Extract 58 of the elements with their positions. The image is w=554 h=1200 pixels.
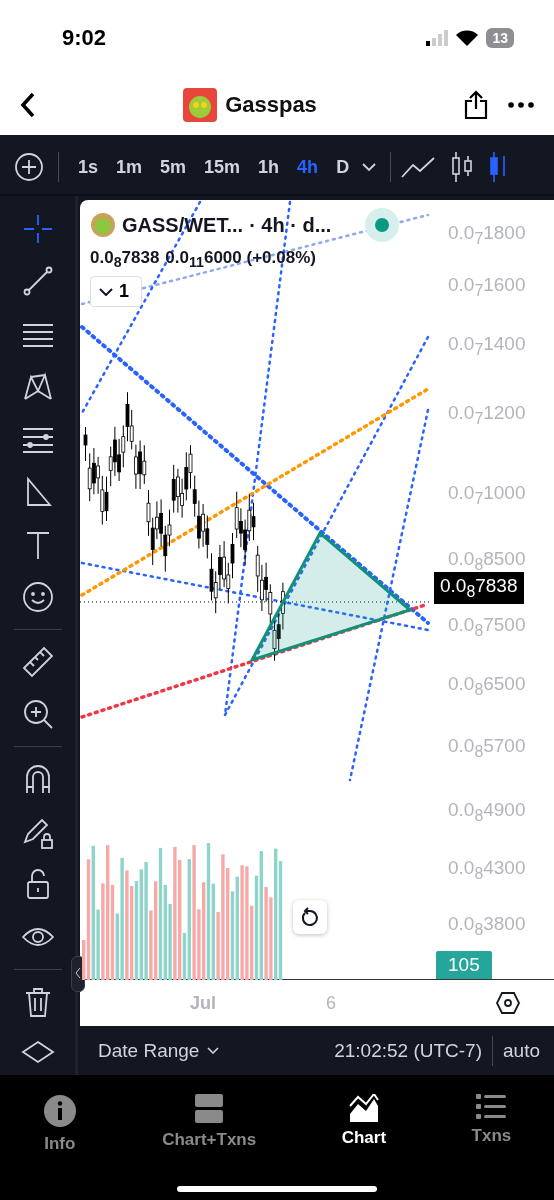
- price-axis-label: 0.0$_{7}$1400: [448, 333, 526, 359]
- nav-tab[interactable]: Txns: [465, 1093, 518, 1155]
- collapse-toolbar-button[interactable]: [71, 956, 85, 992]
- battery-indicator: 13: [486, 27, 514, 48]
- price-axis-label: 0.0$_{8}$3800: [448, 913, 526, 939]
- price-value: 0.0$_{8}$7838: [90, 248, 160, 271]
- volume-tag: 105: [436, 951, 492, 979]
- line-chart-icon: [401, 156, 436, 178]
- price-axis-label: 0.0$_{8}$5700: [448, 735, 526, 761]
- price-axis-label: 0.0$_{8}$7500: [448, 614, 526, 640]
- interval-label: · 4h · d...: [249, 213, 332, 237]
- area-chart-icon: [348, 1094, 379, 1122]
- clock-label: 21:02:52 (UTC-7): [334, 1039, 482, 1062]
- more-icon: [508, 102, 534, 108]
- price-axis-label: 0.0$_{8}$6500: [448, 673, 526, 699]
- price-axis-label: 0.0$_{7}$1600: [448, 274, 526, 300]
- price-axis-label: 0.0$_{7}$1800: [448, 222, 526, 248]
- price-axis-label: 0.0$_{8}$8500: [448, 548, 526, 574]
- chevron-down-icon: [362, 163, 377, 171]
- hollow-candles-icon: [489, 152, 508, 182]
- symbol-label: GASS/WET...: [122, 213, 244, 237]
- interval-tab[interactable]: 1s: [69, 150, 108, 184]
- status-time: 9:02: [62, 24, 107, 51]
- interval-tab[interactable]: 1m: [107, 150, 152, 184]
- info-icon: [42, 1094, 77, 1128]
- candles-icon: [451, 152, 474, 182]
- nav-tab[interactable]: Info: [36, 1093, 83, 1155]
- signal-icon: [426, 29, 449, 46]
- time-axis-label: 6: [326, 992, 337, 1014]
- token-logo-icon: [183, 88, 218, 122]
- interval-tab[interactable]: D: [327, 150, 359, 184]
- list-icon: [476, 1094, 507, 1120]
- scale-toggle[interactable]: auto: [503, 1039, 540, 1062]
- reset-button[interactable]: [293, 900, 327, 934]
- price-axis-label: 0.0$_{7}$1200: [448, 402, 526, 428]
- chevron-down-icon: [99, 287, 113, 296]
- time-axis-label: Jul: [190, 992, 216, 1014]
- wifi-icon: [456, 29, 479, 46]
- chevron-down-icon: [207, 1047, 220, 1054]
- token-logo-icon: [90, 212, 116, 238]
- interval-tab[interactable]: 15m: [195, 150, 250, 184]
- page-title: Gasspas: [225, 92, 317, 118]
- price-axis-label: 0.0$_{8}$4300: [448, 857, 526, 883]
- nav-tab[interactable]: Chart+Txns: [156, 1093, 263, 1155]
- split-view-icon: [195, 1094, 224, 1124]
- interval-tab[interactable]: 4h: [288, 150, 328, 184]
- chevron-left-icon: [75, 966, 81, 979]
- last-price-tag: 0.0$_{8}$7838: [434, 572, 524, 604]
- status-dot: [365, 208, 400, 242]
- price-axis-label: 0.0$_{7}$1000: [448, 482, 526, 508]
- indicators-toggle[interactable]: 1: [90, 276, 142, 308]
- reset-icon: [300, 907, 320, 927]
- interval-tab[interactable]: 5m: [151, 150, 196, 184]
- date-range-dropdown[interactable]: Date Range: [98, 1039, 220, 1062]
- price-axis-label: 0.0$_{8}$4900: [448, 799, 526, 825]
- price-change: 0.0$_{11}$6000 (+0.08%): [165, 248, 316, 271]
- nav-tab[interactable]: Chart: [335, 1093, 393, 1155]
- interval-tab[interactable]: 1h: [249, 150, 289, 184]
